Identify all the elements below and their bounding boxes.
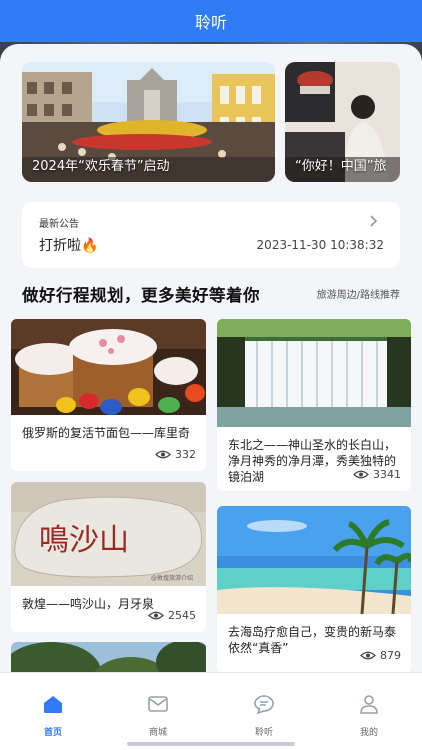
chevron-right-icon[interactable] (366, 214, 380, 228)
view-count: 879 (360, 649, 401, 662)
notice-time: 2023-11-30 10:38:32 (256, 238, 384, 252)
eye-icon (353, 470, 369, 479)
feed-image-waterfall (217, 319, 411, 427)
view-count-value: 879 (380, 649, 401, 662)
view-count: 3341 (353, 468, 401, 481)
feed-card[interactable]: 东北之——神山圣水的长白山，净月神秀的净月潭，秀美独特的镜泊湖 3341 (217, 319, 411, 491)
banner-caption: “你好！中国”旅 (295, 159, 387, 174)
view-count-value: 2545 (168, 609, 196, 622)
eye-icon (155, 450, 171, 459)
banner-caption: 2024年“欢乐春节”启动 (32, 159, 170, 174)
feed-card[interactable]: 俄罗斯的复活节面包——库里奇 332 (11, 319, 206, 471)
tab-shop[interactable]: 商城 (128, 693, 188, 738)
feed-card[interactable]: 去海岛疗愈自己，变贵的新马泰依然“真香” 879 (217, 506, 411, 672)
notice-card[interactable]: 最新公告 打折啦🔥 2023-11-30 10:38:32 (22, 202, 400, 268)
chat-bubble-icon (254, 695, 274, 715)
feed-image-island-beach (217, 506, 411, 615)
notice-label: 最新公告 (39, 219, 79, 230)
view-count: 2545 (148, 609, 196, 622)
section-tag[interactable]: 旅游周边/路线推荐 (317, 286, 400, 301)
feed-image-trees (11, 642, 206, 672)
view-count: 332 (155, 448, 196, 461)
app-title-bar: 聆听 (0, 0, 422, 42)
feed-card-title: 俄罗斯的复活节面包——库里奇 (22, 426, 191, 440)
tab-home[interactable]: 首页 (23, 693, 83, 738)
tab-label: 聆听 (254, 728, 273, 738)
tab-profile[interactable]: 我的 (339, 693, 399, 738)
tab-label: 我的 (359, 728, 378, 738)
section-title: 做好行程规划，更多美好等着你 (22, 286, 260, 305)
view-count-value: 332 (175, 448, 196, 461)
rock-inscription: 鳴沙山 (39, 524, 129, 557)
banner-card[interactable]: “你好！中国”旅 (285, 62, 400, 182)
banner-card[interactable]: 2024年“欢乐春节”启动 (22, 62, 275, 182)
tab-label: 首页 (43, 728, 62, 738)
image-watermark: @敦煌旅游介绍 (151, 574, 193, 582)
tab-listen[interactable]: 聆听 (234, 693, 294, 738)
person-icon (360, 695, 378, 714)
tab-label: 商城 (148, 728, 167, 738)
feed-image-easter-bread (11, 319, 206, 415)
feed-image-sand-rock: 鳴沙山 @敦煌旅游介绍 (11, 482, 206, 586)
home-icon (44, 696, 62, 713)
feed-card[interactable] (11, 642, 206, 672)
mail-icon (148, 696, 168, 712)
home-indicator (127, 742, 295, 746)
view-count-value: 3341 (373, 468, 401, 481)
app-title: 聆听 (194, 13, 227, 32)
travel-feed[interactable]: 俄罗斯的复活节面包——库里奇 332 东北之——神山圣水的长白山，净月神秀的净月… (11, 319, 411, 672)
banner-carousel[interactable]: 2024年“欢乐春节”启动 “你好！中国”旅 (22, 62, 400, 182)
home-content[interactable]: 2024年“欢乐春节”启动 “你好！中国”旅 最新公告 打折啦🔥 2023-11… (0, 44, 422, 672)
feed-card[interactable]: 鳴沙山 @敦煌旅游介绍 敦煌——鸣沙山，月牙泉 2545 (11, 482, 206, 632)
eye-icon (148, 611, 164, 620)
eye-icon (360, 651, 376, 660)
notice-text: 打折啦🔥 (39, 238, 99, 254)
bottom-tab-bar: 首页 商城 聆听 我的 (0, 672, 422, 750)
